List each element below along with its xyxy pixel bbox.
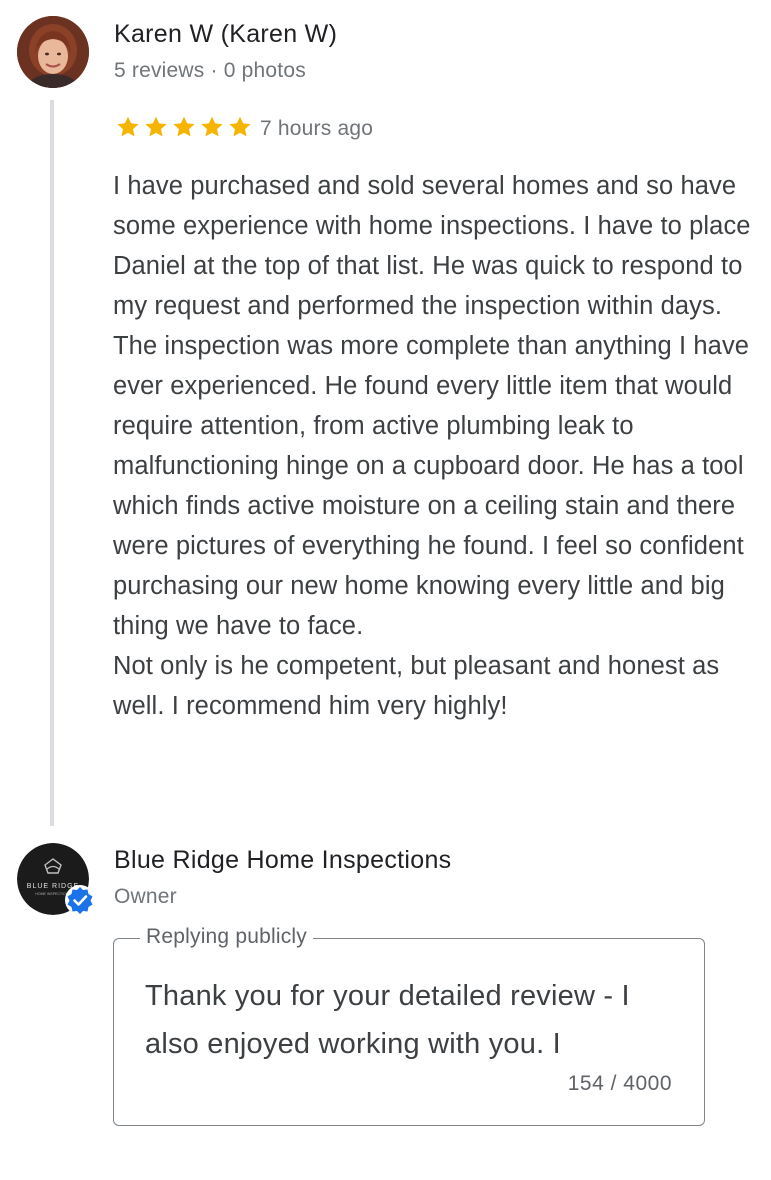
star-icon [173, 116, 195, 137]
thread-line [50, 100, 54, 826]
star-rating [115, 114, 253, 140]
verified-badge-icon [65, 885, 95, 915]
review-paragraph: Not only is he competent, but pleasant a… [113, 652, 720, 720]
star-icon [229, 116, 251, 137]
star-icon [117, 116, 139, 137]
reviewer-photo [17, 16, 89, 88]
reviewer-avatar[interactable] [17, 16, 89, 88]
character-counter: 154 / 4000 [567, 1072, 672, 1095]
review-body: I have purchased and sold several homes … [113, 166, 753, 726]
owner-role: Owner [114, 885, 177, 908]
reply-text[interactable]: Thank you for your detailed review - I a… [145, 972, 685, 1068]
reviewer-stats: 5 reviews · 0 photos [114, 59, 306, 82]
reply-label: Replying publicly [140, 925, 313, 949]
star-icon [145, 116, 167, 137]
reviewer-name[interactable]: Karen W (Karen W) [114, 20, 337, 49]
review-time: 7 hours ago [260, 117, 374, 140]
star-icon [201, 116, 223, 137]
business-name[interactable]: Blue Ridge Home Inspections [114, 846, 451, 875]
review-paragraph: I have purchased and sold several homes … [113, 172, 751, 640]
